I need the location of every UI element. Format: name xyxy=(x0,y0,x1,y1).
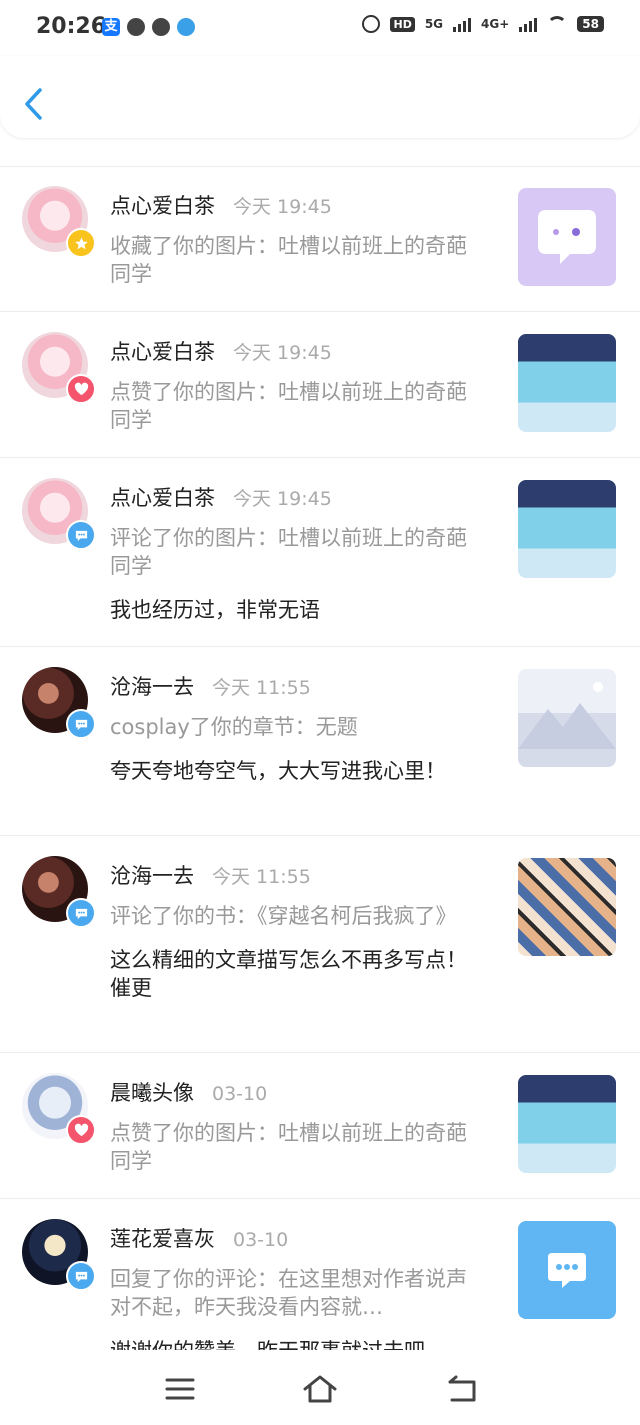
image-placeholder-icon xyxy=(518,682,616,749)
notification-item[interactable]: 晨曦头像 03-10 点赞了你的图片：吐槽以前班上的奇葩同学 xyxy=(0,1053,640,1199)
page-header xyxy=(0,56,640,138)
user-avatar[interactable] xyxy=(22,1073,96,1145)
notification-item[interactable]: 沧海一去 今天 11:55 评论了你的书：《穿越名柯后我疯了》这么精细的文章描写怎么… xyxy=(0,836,640,1053)
heart-badge xyxy=(66,374,96,404)
user-avatar[interactable] xyxy=(22,667,96,739)
timestamp: 03-10 xyxy=(212,1083,268,1105)
alipay-icon: 支 xyxy=(102,18,120,36)
comment-badge xyxy=(66,520,96,550)
user-name[interactable]: 点心爱白茶 xyxy=(110,190,215,220)
post-thumbnail[interactable] xyxy=(518,669,616,767)
user-avatar[interactable] xyxy=(22,856,96,928)
post-thumbnail[interactable] xyxy=(518,480,616,578)
notification-content: 晨曦头像 03-10 点赞了你的图片：吐槽以前班上的奇葩同学 xyxy=(110,1077,480,1175)
timestamp: 今天 19:45 xyxy=(233,196,332,218)
comment-icon xyxy=(75,908,87,919)
timestamp: 今天 19:45 xyxy=(233,488,332,510)
heart-badge xyxy=(66,1115,96,1145)
home-button[interactable] xyxy=(300,1372,340,1406)
post-thumbnail[interactable] xyxy=(518,188,616,286)
signal-icon xyxy=(453,16,472,32)
action-text: 评论了你的图片：吐槽以前班上的奇葩同学 xyxy=(110,526,467,578)
action-text: 点赞了你的图片：吐槽以前班上的奇葩同学 xyxy=(110,1121,467,1173)
home-icon xyxy=(303,1375,337,1403)
user-name[interactable]: 晨曦头像 xyxy=(110,1077,194,1107)
alarm-icon xyxy=(362,15,381,33)
notification-content: 点心爱白茶 今天 19:45 收藏了你的图片：吐槽以前班上的奇葩同学 xyxy=(110,190,480,288)
post-thumbnail[interactable] xyxy=(518,334,616,432)
notification-list: 点心爱白茶 今天 19:45 收藏了你的图片：吐槽以前班上的奇葩同学 点心爱白茶 今天 … xyxy=(0,166,640,1388)
status-notification-icons: 支 xyxy=(102,18,195,36)
comment-badge xyxy=(66,898,96,928)
user-name[interactable]: 沧海一去 xyxy=(110,860,194,890)
notification-content: 点心爱白茶 今天 19:45 评论了你的图片：吐槽以前班上的奇葩同学我也经历过，非常… xyxy=(110,482,480,624)
user-name[interactable]: 点心爱白茶 xyxy=(110,482,215,512)
user-avatar[interactable] xyxy=(22,186,96,258)
notification-content: 莲花爱喜灰 03-10 回复了你的评论：在这里想对作者说声对不起，昨天我没看内容就…… xyxy=(110,1223,480,1365)
action-text: 回复了你的评论：在这里想对作者说声对不起，昨天我没看内容就… xyxy=(110,1267,467,1319)
heart-icon xyxy=(74,1123,88,1136)
action-text: 点赞了你的图片：吐槽以前班上的奇葩同学 xyxy=(110,380,467,432)
notification-item[interactable]: 沧海一去 今天 11:55 cosplay了你的章节：无题夸天夸地夸空气，大大写进我… xyxy=(0,647,640,836)
user-name[interactable]: 莲花爱喜灰 xyxy=(110,1223,215,1253)
network-4g-label: 4G+ xyxy=(481,17,510,31)
back-nav-button[interactable] xyxy=(442,1372,482,1406)
comment-icon xyxy=(75,1271,87,1282)
action-text: cosplay了你的章节：无题 xyxy=(110,715,358,739)
reply-text: 我也经历过，非常无语 xyxy=(110,598,320,622)
link-icon xyxy=(127,18,145,36)
action-text: 收藏了你的图片：吐槽以前班上的奇葩同学 xyxy=(110,234,467,286)
timestamp: 今天 19:45 xyxy=(233,342,332,364)
status-time: 20:26 xyxy=(36,14,107,39)
menu-icon xyxy=(165,1378,195,1400)
timestamp: 今天 11:55 xyxy=(212,866,311,888)
post-thumbnail[interactable] xyxy=(518,858,616,956)
reply-text: 这么精细的文章描写怎么不再多写点！催更 xyxy=(110,948,467,1000)
menu-button[interactable] xyxy=(160,1372,200,1406)
user-name[interactable]: 点心爱白茶 xyxy=(110,336,215,366)
comment-icon xyxy=(75,719,87,730)
chat-bubble-icon xyxy=(538,210,596,264)
user-avatar[interactable] xyxy=(22,478,96,550)
star-icon xyxy=(74,236,88,249)
back-icon xyxy=(448,1375,476,1402)
user-avatar[interactable] xyxy=(22,332,96,404)
reply-text: 夸天夸地夸空气，大大写进我心里！ xyxy=(110,759,446,783)
comment-icon xyxy=(75,530,87,541)
system-nav-bar xyxy=(0,1350,640,1425)
chevron-left-icon xyxy=(25,88,42,120)
notification-content: 点心爱白茶 今天 19:45 点赞了你的图片：吐槽以前班上的奇葩同学 xyxy=(110,336,480,434)
wifi-icon xyxy=(547,16,568,32)
heart-icon xyxy=(74,382,88,395)
status-bar: 20:26 支 HD 5G 4G+ 58 xyxy=(0,0,640,56)
message-icon xyxy=(548,1253,586,1288)
action-text: 评论了你的书：《穿越名柯后我疯了》 xyxy=(110,904,457,928)
hd-icon: HD xyxy=(390,16,415,32)
post-thumbnail[interactable] xyxy=(518,1075,616,1173)
notification-content: 沧海一去 今天 11:55 评论了你的书：《穿越名柯后我疯了》这么精细的文章描写怎么… xyxy=(110,860,480,1002)
cloud-icon xyxy=(152,18,170,36)
notification-item[interactable]: 点心爱白茶 今天 19:45 收藏了你的图片：吐槽以前班上的奇葩同学 xyxy=(0,166,640,312)
user-name[interactable]: 沧海一去 xyxy=(110,671,194,701)
comment-badge xyxy=(66,1261,96,1291)
signal-icon-2 xyxy=(519,16,538,32)
star-badge xyxy=(66,228,96,258)
comment-badge xyxy=(66,709,96,739)
notification-item[interactable]: 点心爱白茶 今天 19:45 点赞了你的图片：吐槽以前班上的奇葩同学 xyxy=(0,312,640,458)
timestamp: 03-10 xyxy=(233,1229,289,1251)
back-button[interactable] xyxy=(22,86,46,122)
post-thumbnail[interactable] xyxy=(518,1221,616,1319)
status-system-icons: HD 5G 4G+ 58 xyxy=(362,15,604,33)
network-5g-label: 5G xyxy=(424,17,444,31)
notification-content: 沧海一去 今天 11:55 cosplay了你的章节：无题夸天夸地夸空气，大大写进我… xyxy=(110,671,480,785)
battery-indicator: 58 xyxy=(577,16,604,32)
user-avatar[interactable] xyxy=(22,1219,96,1291)
notification-item[interactable]: 点心爱白茶 今天 19:45 评论了你的图片：吐槽以前班上的奇葩同学我也经历过，非常… xyxy=(0,458,640,647)
timestamp: 今天 11:55 xyxy=(212,677,311,699)
qq-browser-icon xyxy=(177,18,195,36)
